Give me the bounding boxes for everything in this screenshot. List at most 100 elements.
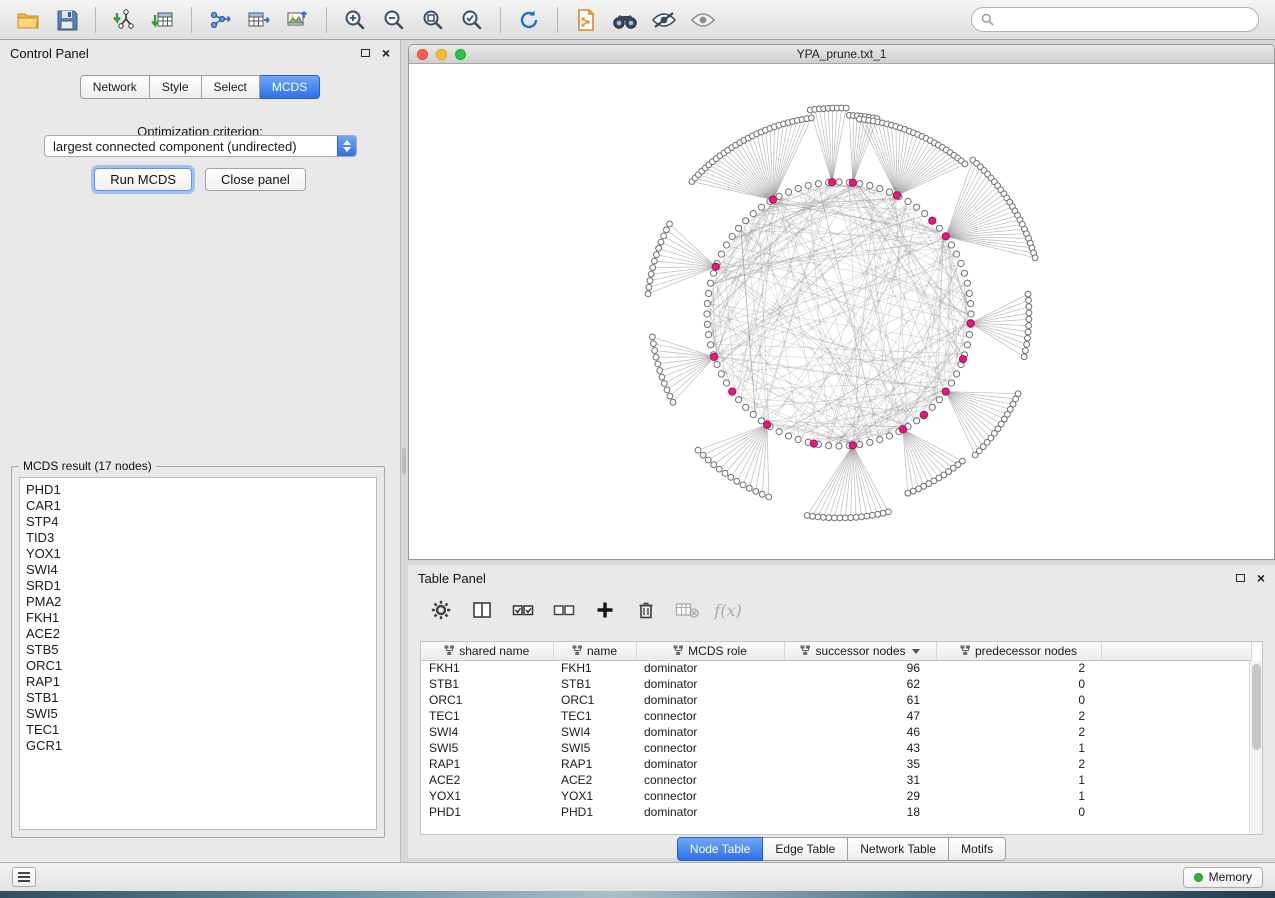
dominator-node[interactable] (929, 217, 936, 224)
network-node[interactable] (964, 342, 970, 348)
network-node[interactable] (968, 301, 974, 307)
network-node[interactable] (736, 397, 742, 403)
network-node[interactable] (746, 485, 752, 491)
network-node[interactable] (1026, 316, 1032, 322)
list-item[interactable]: STB5 (26, 642, 376, 658)
tab-mcds[interactable]: MCDS (260, 75, 320, 99)
create-column-button[interactable] (590, 597, 620, 623)
network-node[interactable] (954, 251, 960, 257)
list-item[interactable]: PHD1 (26, 482, 376, 498)
tab-network-table[interactable]: Network Table (848, 837, 949, 861)
network-node[interactable] (706, 332, 712, 338)
close-panel-icon[interactable]: × (1257, 571, 1265, 585)
network-node[interactable] (718, 251, 724, 257)
export-image-button[interactable] (280, 5, 316, 35)
network-node[interactable] (966, 332, 972, 338)
list-item[interactable]: SRD1 (26, 578, 376, 594)
list-item[interactable]: GCR1 (26, 738, 376, 754)
network-node[interactable] (759, 491, 765, 497)
network-node[interactable] (743, 404, 749, 410)
export-table-button[interactable] (241, 5, 277, 35)
network-node[interactable] (704, 311, 710, 317)
tab-select[interactable]: Select (202, 75, 260, 99)
list-item[interactable]: FKH1 (26, 610, 376, 626)
network-node[interactable] (750, 411, 756, 417)
network-node[interactable] (785, 433, 791, 439)
network-node[interactable] (766, 494, 772, 500)
network-node[interactable] (914, 418, 920, 424)
network-node[interactable] (805, 183, 811, 189)
select-all-columns-button[interactable] (508, 597, 538, 623)
network-node[interactable] (875, 511, 881, 517)
import-table-button[interactable] (145, 5, 181, 35)
zoom-fit-button[interactable] (415, 5, 451, 35)
network-node[interactable] (905, 490, 911, 496)
network-node[interactable] (936, 397, 942, 403)
status-menu-button[interactable] (12, 867, 36, 887)
network-node[interactable] (776, 429, 782, 435)
network-node[interactable] (826, 443, 832, 449)
network-node[interactable] (795, 436, 801, 442)
network-node[interactable] (820, 515, 826, 521)
column-header-shared-name[interactable]: shared name (421, 642, 553, 660)
network-node[interactable] (716, 466, 722, 472)
dominator-node[interactable] (899, 426, 906, 433)
network-node[interactable] (886, 433, 892, 439)
dominator-node[interactable] (849, 179, 856, 186)
tab-network[interactable]: Network (80, 75, 150, 99)
network-node[interactable] (857, 441, 863, 447)
dominator-node[interactable] (729, 388, 736, 395)
dominator-node[interactable] (967, 320, 974, 327)
network-node[interactable] (914, 204, 920, 210)
network-node[interactable] (650, 334, 656, 340)
list-item[interactable]: SWI4 (26, 562, 376, 578)
network-node[interactable] (758, 204, 764, 210)
refresh-layout-button[interactable] (511, 5, 547, 35)
list-item[interactable]: STP4 (26, 514, 376, 530)
close-panel-icon[interactable]: × (382, 46, 390, 60)
network-node[interactable] (664, 387, 670, 393)
list-item[interactable]: SWI5 (26, 706, 376, 722)
column-header-predecessor-nodes[interactable]: predecessor nodes (936, 642, 1101, 660)
dominator-node[interactable] (942, 388, 949, 395)
delete-column-button[interactable] (631, 597, 661, 623)
network-canvas[interactable] (409, 64, 1274, 559)
network-node[interactable] (877, 436, 883, 442)
network-node[interactable] (869, 512, 875, 518)
network-node[interactable] (704, 301, 710, 307)
network-node[interactable] (708, 280, 714, 286)
show-columns-button[interactable] (467, 597, 497, 623)
zoom-selected-button[interactable] (454, 5, 490, 35)
list-item[interactable]: TEC1 (26, 722, 376, 738)
dominator-node[interactable] (810, 440, 817, 447)
table-row[interactable]: SWI4SWI4dominator462 (421, 724, 1251, 740)
network-node[interactable] (948, 380, 954, 386)
network-node[interactable] (667, 393, 673, 399)
network-node[interactable] (743, 218, 749, 224)
network-node[interactable] (661, 381, 667, 387)
tab-edge-table[interactable]: Edge Table (763, 837, 848, 861)
network-node[interactable] (1024, 342, 1030, 348)
list-item[interactable]: RAP1 (26, 674, 376, 690)
mcds-result-list[interactable]: PHD1CAR1STP4TID3YOX1SWI4SRD1PMA2FKH1ACE2… (19, 477, 377, 830)
network-node[interactable] (736, 225, 742, 231)
import-network-button[interactable] (106, 5, 142, 35)
network-node[interactable] (968, 311, 974, 317)
network-node[interactable] (1025, 335, 1031, 341)
network-node[interactable] (653, 354, 659, 360)
network-node[interactable] (877, 185, 883, 191)
network-node[interactable] (647, 278, 653, 284)
table-row[interactable]: SWI5SWI5connector431 (421, 740, 1251, 756)
dominator-node[interactable] (769, 196, 776, 203)
dominator-node[interactable] (764, 421, 771, 428)
network-node[interactable] (804, 513, 810, 519)
network-node[interactable] (1026, 323, 1032, 329)
network-node[interactable] (954, 371, 960, 377)
table-row[interactable]: ORC1ORC1dominator610 (421, 692, 1251, 708)
table-row[interactable]: FKH1FKH1dominator962 (421, 660, 1251, 676)
network-node[interactable] (1032, 255, 1038, 261)
network-node[interactable] (972, 452, 978, 458)
table-row[interactable]: PHD1PHD1dominator180 (421, 804, 1251, 820)
network-node[interactable] (648, 271, 654, 277)
network-node[interactable] (843, 105, 849, 111)
